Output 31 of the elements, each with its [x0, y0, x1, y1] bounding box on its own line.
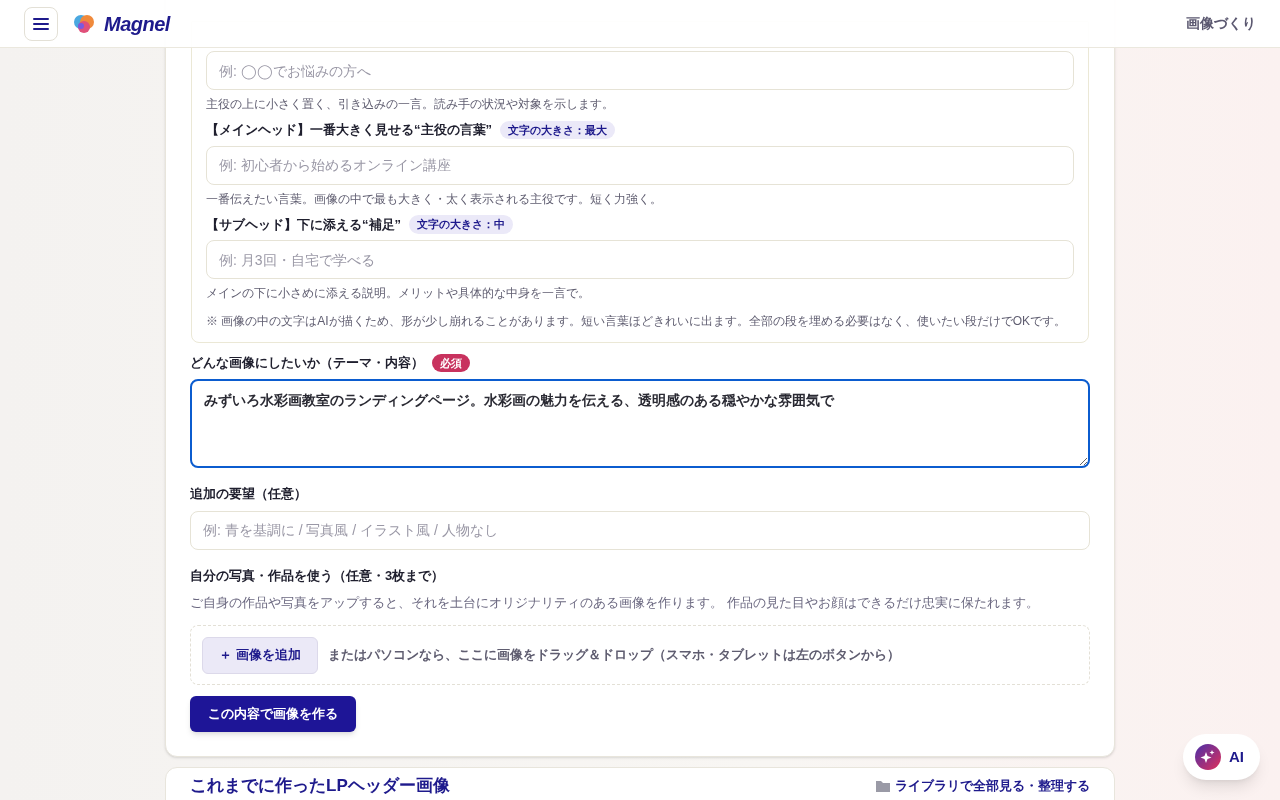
library-link[interactable]: ライブラリで全部見る・整理する [875, 776, 1090, 796]
drop-hint: またはパソコンなら、ここに画像をドラッグ＆ドロップ（スマホ・タブレットは左のボタンから） [327, 646, 900, 665]
menu-button[interactable] [24, 6, 58, 41]
field-label: 【サブヘッド】下に添える“補足” [206, 215, 401, 234]
input-field[interactable]: 例: 初心者から始めるオンライン講座 [206, 145, 1074, 185]
ai-assistant-button[interactable]: AI [1183, 734, 1260, 780]
input-field[interactable]: 例: 月3回・自宅で学べる [206, 240, 1074, 279]
field-label: 追加の要望（任意） [190, 485, 307, 501]
input-field[interactable]: 例: 青を基調に / 写真風 / イラスト風 / 人物なし [190, 510, 1090, 550]
field-label: どんな画像にしたいか（テーマ・内容） [190, 354, 424, 372]
theme-textarea[interactable]: みずいろ水彩画教室のランディングページ。水彩画の魅力を伝える、透明感のある穏やかな雰囲気で [190, 378, 1090, 468]
size-badge: 文字の大きさ：中 [409, 215, 513, 234]
submit-button[interactable]: この内容で画像を作る [190, 696, 356, 732]
nav-link[interactable]: 画像づくり [1186, 13, 1256, 34]
section-title: これまでに作ったLPヘッダー画像 [190, 776, 450, 796]
field-label: 自分の写真・作品を使う（任意・3枚まで） [190, 567, 445, 583]
add-image-button[interactable]: ＋ 画像を追加 [202, 636, 318, 674]
required-badge: 必須 [432, 353, 470, 372]
input-field[interactable]: 例: ◯◯でお悩みの方へ [206, 51, 1074, 90]
help-text: 主役の上に小さく置く、引き込みの一言。読み手の状況や対象を示します。 [206, 96, 615, 113]
help-text: 一番伝えたい言葉。画像の中で最も大きく・太く表示される主役です。短く力強く。 [206, 190, 663, 208]
sparkle-icon [1195, 744, 1221, 770]
drop-zone[interactable]: ＋ 画像を追加 またはパソコンなら、ここに画像をドラッグ＆ドロップ（スマホ・タブレットは左のボタンから） [190, 625, 1090, 685]
field-label: 【メインヘッド】一番大きく見せる“主役の言葉” [206, 121, 492, 139]
brand-name: Magnel [104, 11, 170, 37]
folder-icon [875, 779, 891, 793]
menu-icon [33, 16, 49, 31]
note-text: ※ 画像の中の文字はAIが描くため、形が少し崩れることがあります。短い言葉ほどきれいに出ます。全部の段を埋める必要はなく、使いたい段だけでOKです。 [206, 313, 1067, 330]
description-text: ご自身の作品や写真をアップすると、それを土台にオリジナリティのある画像を作ります。 作品の見た目やお顔はできるだけ忠実に保たれます。 [190, 593, 1040, 612]
help-text: メインの下に小さめに添える説明。メリットや具体的な中身を一言で。 [206, 285, 591, 302]
size-badge: 文字の大きさ：最大 [500, 120, 615, 139]
